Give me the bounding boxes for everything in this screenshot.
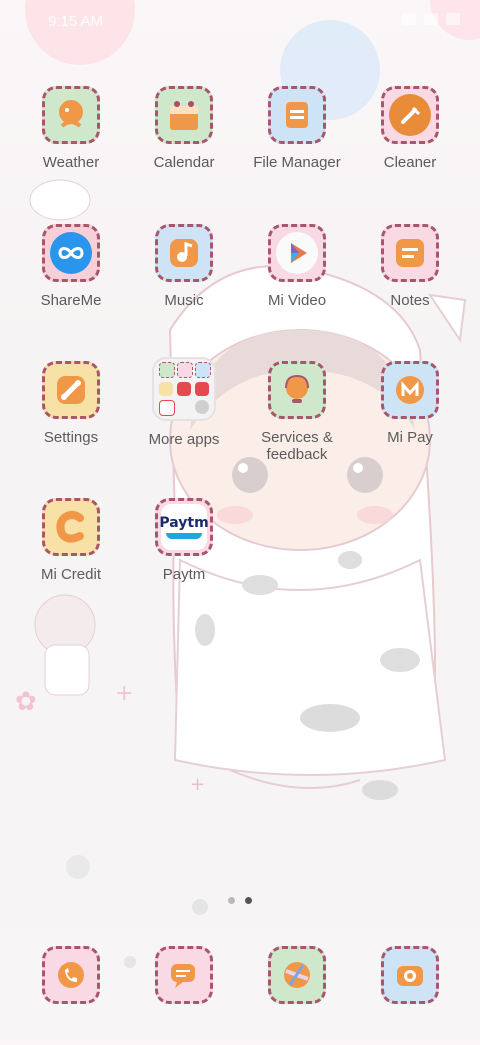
svg-text:✿: ✿ [15,687,37,717]
app-label: Weather [42,154,100,171]
app-services-feedback[interactable]: Services & feedback [237,361,357,463]
wifi-icon [424,13,438,25]
calendar-icon [155,86,213,144]
status-bar: 9:15 AM [0,0,480,44]
dock-camera[interactable] [350,946,470,1004]
app-label: Calendar [153,154,215,171]
services-feedback-icon [268,361,326,419]
settings-icon [42,361,100,419]
browser-icon [268,946,326,1004]
paytm-icon: Paytm [155,498,213,556]
app-label: Cleaner [383,154,437,171]
shareme-icon [42,224,100,282]
app-settings[interactable]: Settings [11,361,131,446]
app-label: Services & feedback [261,429,333,463]
battery-icon [446,13,460,25]
page-dot[interactable] [228,897,235,904]
folder-more-apps[interactable]: More apps [124,357,244,448]
dock-phone[interactable] [11,946,131,1004]
app-paytm[interactable]: Paytm Paytm [124,498,244,583]
app-label: Mi Pay [387,429,433,446]
messages-icon [155,946,213,1004]
app-shareme[interactable]: ShareMe [11,224,131,309]
app-music[interactable]: Music [124,224,244,309]
svg-text:+: + [115,681,133,706]
app-notes[interactable]: Notes [350,224,470,309]
app-label: Mi Credit [40,566,101,583]
app-label: Mi Video [267,292,327,309]
phone-icon [42,946,100,1004]
app-mi-video[interactable]: Mi Video [237,224,357,309]
status-time: 9:15 AM [48,13,104,30]
page-indicator [0,897,480,904]
svg-text:+: + [190,774,205,795]
camera-icon [381,946,439,1004]
mi-video-icon [268,224,326,282]
app-mi-credit[interactable]: Mi Credit [11,498,131,583]
folder-icon [152,357,216,421]
cleaner-icon [381,86,439,144]
music-icon [155,224,213,282]
app-label: Settings [43,429,99,446]
dock-browser[interactable] [237,946,357,1004]
weather-icon [42,86,100,144]
app-calendar[interactable]: Calendar [124,86,244,171]
app-label: More apps [148,431,220,448]
app-label: Notes [390,292,430,309]
app-label: Paytm [162,566,206,583]
app-weather[interactable]: Weather [11,86,131,171]
app-label: File Manager [253,154,341,171]
status-icons [402,13,460,25]
dock-messages[interactable] [124,946,244,1004]
app-file-manager[interactable]: File Manager [237,86,357,171]
app-label: ShareMe [40,292,102,309]
mi-pay-icon [381,361,439,419]
app-label: Music [164,292,204,309]
signal-icon [402,13,416,25]
file-manager-icon [268,86,326,144]
mi-credit-icon [42,498,100,556]
notes-icon [381,224,439,282]
page-dot-active[interactable] [245,897,252,904]
app-mi-pay[interactable]: Mi Pay [350,361,470,446]
app-cleaner[interactable]: Cleaner [350,86,470,171]
paytm-logo-text: Paytm [159,515,209,531]
